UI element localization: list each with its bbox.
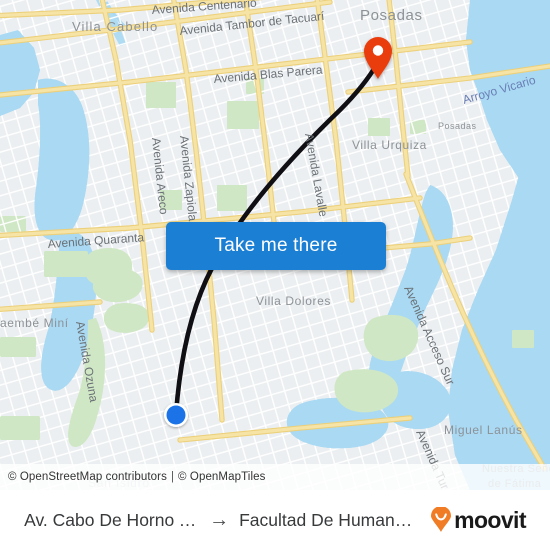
street-label: Avenida Zapiola: [177, 135, 200, 222]
moovit-wordmark: moovit: [454, 506, 526, 533]
arrow-right-icon: →: [209, 509, 230, 531]
place-label: aembé Miní: [0, 316, 69, 330]
street-label: Avenida Blas Parera: [213, 62, 323, 85]
map-attribution: © OpenStreetMap contributors | © OpenMap…: [0, 464, 550, 490]
trip-summary-bar: Av. Cabo De Horno Y ... → Facultad De Hu…: [0, 490, 550, 550]
take-me-there-label: Take me there: [214, 235, 338, 256]
street-label: Avenida Acceso Sur: [401, 284, 457, 388]
street-label: Avenida Ozuna: [73, 320, 101, 403]
moovit-pin-icon: [431, 507, 452, 532]
street-label: Avenida Lavalle: [302, 132, 331, 218]
place-label: Villa Cabello: [72, 19, 158, 34]
attribution-osm[interactable]: © OpenStreetMap contributors: [8, 471, 167, 483]
place-label: Miguel Lanús: [444, 423, 523, 437]
trip-origin-label[interactable]: Av. Cabo De Horno Y ...: [24, 510, 199, 531]
trip-destination-label[interactable]: Facultad De Humanidades...: [239, 510, 414, 531]
moovit-logo[interactable]: moovit: [430, 507, 526, 534]
map-canvas[interactable]: Villa Cabello Posadas Villa Urquiza Vill…: [0, 0, 550, 490]
street-label: Avenida Quaranta: [47, 230, 145, 251]
water-label: Arroyo Vicario: [461, 73, 537, 107]
place-label: Posadas: [360, 7, 423, 24]
attribution-separator: |: [170, 471, 175, 483]
moovit-map-screen: Villa Cabello Posadas Villa Urquiza Vill…: [0, 0, 550, 550]
street-label: Avenida Areco: [149, 137, 171, 216]
place-label-small: Posadas: [438, 121, 477, 131]
place-label: Villa Urquiza: [352, 138, 427, 152]
street-label: Avenida Centenario: [151, 0, 257, 17]
place-label: Villa Dolores: [256, 294, 331, 308]
take-me-there-button[interactable]: Take me there: [166, 222, 386, 270]
attribution-tiles[interactable]: © OpenMapTiles: [178, 471, 265, 483]
